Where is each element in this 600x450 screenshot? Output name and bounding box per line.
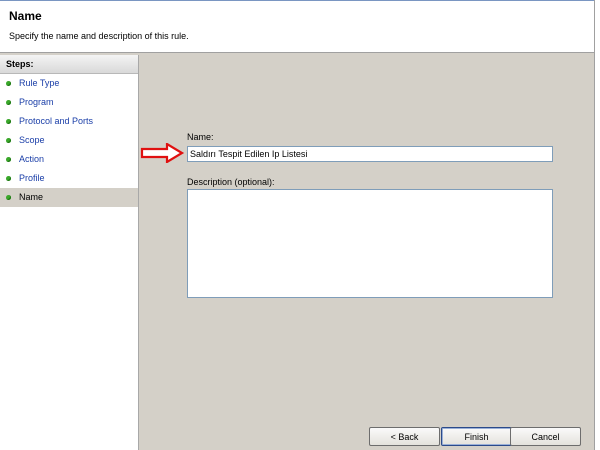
- page-subtitle: Specify the name and description of this…: [9, 31, 189, 41]
- step-bullet-icon: [6, 119, 11, 124]
- back-button[interactable]: < Back: [369, 427, 440, 446]
- step-bullet-icon: [6, 138, 11, 143]
- step-label: Protocol and Ports: [19, 116, 94, 126]
- step-rule-type[interactable]: Rule Type: [0, 74, 138, 93]
- step-bullet-icon: [6, 157, 11, 162]
- step-name[interactable]: Name: [0, 188, 138, 207]
- step-program[interactable]: Program: [0, 93, 138, 112]
- description-label: Description (optional):: [187, 177, 275, 187]
- steps-heading: Steps:: [0, 55, 138, 74]
- annotation-arrow-icon: [140, 143, 185, 163]
- step-bullet-icon: [6, 100, 11, 105]
- step-label: Program: [19, 97, 54, 107]
- name-input[interactable]: [187, 146, 553, 162]
- step-label: Name: [19, 192, 44, 202]
- step-bullet-icon: [6, 81, 11, 86]
- step-label: Profile: [19, 173, 45, 183]
- step-bullet-icon: [6, 195, 11, 200]
- cancel-button[interactable]: Cancel: [510, 427, 581, 446]
- steps-panel: Steps: Rule Type Program Protocol and Po…: [0, 55, 139, 450]
- wizard-header: Name Specify the name and description of…: [0, 0, 594, 53]
- step-profile[interactable]: Profile: [0, 169, 138, 188]
- finish-button[interactable]: Finish: [441, 427, 512, 446]
- page-title: Name: [9, 9, 42, 23]
- step-label: Rule Type: [19, 78, 60, 88]
- step-scope[interactable]: Scope: [0, 131, 138, 150]
- step-action[interactable]: Action: [0, 150, 138, 169]
- name-label: Name:: [187, 132, 214, 142]
- step-label: Action: [19, 154, 45, 164]
- window-edge: [594, 0, 600, 450]
- step-bullet-icon: [6, 176, 11, 181]
- wizard-content: Name: Description (optional): < Back Fin…: [139, 55, 594, 450]
- step-protocol-and-ports[interactable]: Protocol and Ports: [0, 112, 138, 131]
- description-textarea[interactable]: [187, 189, 553, 298]
- step-label: Scope: [19, 135, 45, 145]
